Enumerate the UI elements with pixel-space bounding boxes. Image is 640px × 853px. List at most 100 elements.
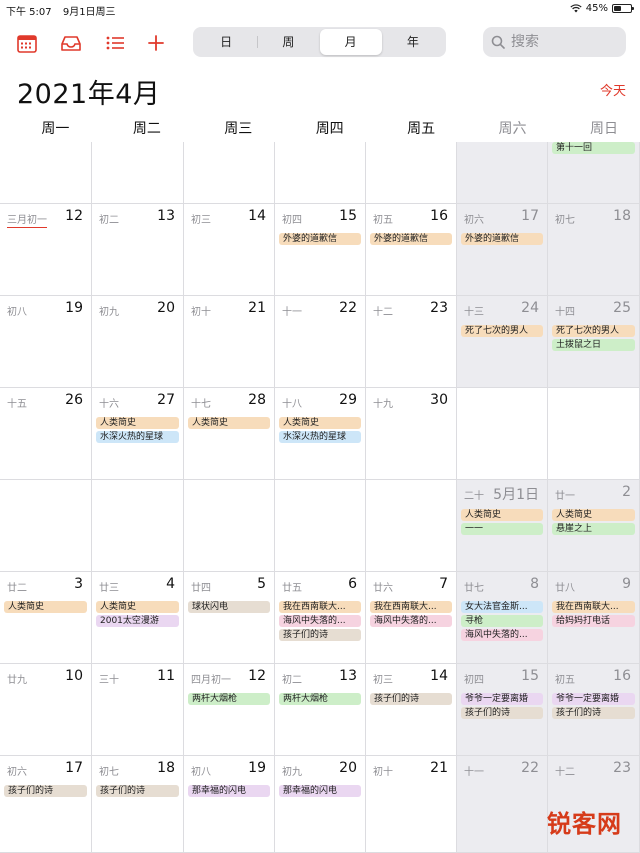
calendar-event[interactable]: 海风中失落的... [370, 615, 452, 627]
day-cell[interactable]: 廿四 5 球状闪电 [184, 572, 275, 664]
day-cell[interactable] [0, 480, 92, 572]
calendar-event[interactable]: 外婆的道歉信 [370, 233, 452, 245]
tab-month[interactable]: 月 [319, 29, 382, 55]
calendar-event[interactable]: 孩子们的诗 [96, 785, 179, 797]
day-cell[interactable]: 初九 20 那幸福的闪电 [275, 756, 366, 853]
calendar-event[interactable]: 球状闪电 [188, 601, 270, 613]
day-cell[interactable]: 初二 13 [92, 204, 184, 296]
day-cell[interactable]: 三月初一 12 [0, 204, 92, 296]
day-cell[interactable] [457, 142, 548, 204]
list-icon[interactable] [104, 32, 126, 54]
calendar-event[interactable]: 孩子们的诗 [370, 693, 452, 705]
day-cell[interactable]: 十三 24 死了七次的男人 [457, 296, 548, 388]
day-cell[interactable]: 初四 15 外婆的道歉信 [275, 204, 366, 296]
calendar-event[interactable]: 海风中失落的... [461, 629, 543, 641]
calendar-event[interactable]: 人类简史 [461, 509, 543, 521]
day-cell[interactable]: 初八 19 那幸福的闪电 [184, 756, 275, 853]
calendar-event[interactable]: 人类简史 [96, 417, 179, 429]
calendar-event[interactable]: 第十一回 [552, 142, 635, 154]
day-cell[interactable]: 廿六 7 我在西南联大... 海风中失落的... [366, 572, 457, 664]
calendar-event[interactable]: 女大法官金斯... [461, 601, 543, 613]
calendar-event[interactable]: 我在西南联大... [370, 601, 452, 613]
tab-day[interactable]: 日 [195, 29, 257, 55]
calendar-event[interactable]: 孩子们的诗 [552, 707, 635, 719]
day-cell[interactable]: 第十一回 [548, 142, 640, 204]
day-cell[interactable]: 初八 19 [0, 296, 92, 388]
day-cell[interactable]: 十九 30 [366, 388, 457, 480]
calendar-event[interactable]: 死了七次的男人 [552, 325, 635, 337]
calendar-event[interactable]: 给妈妈打电话 [552, 615, 635, 627]
day-cell[interactable]: 十一 22 [275, 296, 366, 388]
calendar-event[interactable]: 人类简史 [188, 417, 270, 429]
day-cell[interactable] [548, 388, 640, 480]
calendar-event[interactable]: 人类简史 [279, 417, 361, 429]
calendar-event[interactable]: 那幸福的闪电 [188, 785, 270, 797]
calendar-event[interactable]: 爷爷一定要离婚 [461, 693, 543, 705]
day-cell[interactable]: 廿五 6 我在西南联大... 海风中失落的... 孩子们的诗 [275, 572, 366, 664]
day-cell[interactable] [92, 480, 184, 572]
day-cell[interactable]: 十七 28 人类简史 [184, 388, 275, 480]
day-cell[interactable]: 初四 15 爷爷一定要离婚 孩子们的诗 [457, 664, 548, 756]
day-cell[interactable]: 初五 16 外婆的道歉信 [366, 204, 457, 296]
calendar-event[interactable]: 两杆大烟枪 [279, 693, 361, 705]
calendar-event[interactable]: 孩子们的诗 [4, 785, 87, 797]
calendar-event[interactable]: 人类简史 [552, 509, 635, 521]
day-cell[interactable] [457, 388, 548, 480]
calendar-event[interactable]: 人类简史 [96, 601, 179, 613]
today-button[interactable]: 今天 [600, 80, 626, 99]
day-cell[interactable]: 初五 16 爷爷一定要离婚 孩子们的诗 [548, 664, 640, 756]
add-icon[interactable] [145, 32, 167, 54]
day-cell[interactable] [184, 480, 275, 572]
day-cell[interactable]: 十六 27 人类简史 水深火热的星球 [92, 388, 184, 480]
day-cell[interactable] [0, 142, 92, 204]
calendar-event[interactable]: 2001太空漫游 [96, 615, 179, 627]
calendar-icon[interactable] [16, 32, 38, 54]
calendar-event[interactable]: 水深火热的星球 [96, 431, 179, 443]
day-cell[interactable] [275, 142, 366, 204]
day-cell[interactable]: 二十 5月1日 人类简史 一一 [457, 480, 548, 572]
calendar-event[interactable]: 两杆大烟枪 [188, 693, 270, 705]
day-cell[interactable]: 十八 29 人类简史 水深火热的星球 [275, 388, 366, 480]
day-cell[interactable] [92, 142, 184, 204]
day-cell[interactable]: 初六 17 外婆的道歉信 [457, 204, 548, 296]
day-cell[interactable]: 初十 21 [184, 296, 275, 388]
calendar-event[interactable]: 外婆的道歉信 [461, 233, 543, 245]
calendar-event[interactable]: 土拨鼠之日 [552, 339, 635, 351]
calendar-event[interactable]: 孩子们的诗 [461, 707, 543, 719]
calendar-event[interactable]: 我在西南联大... [552, 601, 635, 613]
day-cell[interactable]: 初七 18 [548, 204, 640, 296]
day-cell[interactable]: 廿八 9 我在西南联大... 给妈妈打电话 [548, 572, 640, 664]
day-cell[interactable]: 十一 22 [457, 756, 548, 853]
day-cell[interactable]: 初七 18 孩子们的诗 [92, 756, 184, 853]
calendar-event[interactable]: 爷爷一定要离婚 [552, 693, 635, 705]
calendar-event[interactable]: 外婆的道歉信 [279, 233, 361, 245]
day-cell[interactable] [366, 142, 457, 204]
calendar-event[interactable]: 那幸福的闪电 [279, 785, 361, 797]
calendar-event[interactable]: 死了七次的男人 [461, 325, 543, 337]
calendar-event[interactable]: 海风中失落的... [279, 615, 361, 627]
calendar-event[interactable]: 悬崖之上 [552, 523, 635, 535]
day-cell[interactable]: 十四 25 死了七次的男人 土拨鼠之日 [548, 296, 640, 388]
day-cell[interactable]: 十二 23 [366, 296, 457, 388]
day-cell[interactable] [366, 480, 457, 572]
inbox-icon[interactable] [59, 32, 83, 54]
day-cell[interactable]: 初六 17 孩子们的诗 [0, 756, 92, 853]
day-cell[interactable]: 廿一 2 人类简史 悬崖之上 [548, 480, 640, 572]
day-cell[interactable]: 初三 14 孩子们的诗 [366, 664, 457, 756]
day-cell[interactable] [184, 142, 275, 204]
calendar-event[interactable]: 人类简史 [4, 601, 87, 613]
search-box[interactable] [483, 27, 626, 57]
day-cell[interactable]: 四月初一 12 两杆大烟枪 [184, 664, 275, 756]
day-cell[interactable] [275, 480, 366, 572]
calendar-event[interactable]: 一一 [461, 523, 543, 535]
calendar-event[interactable]: 寻枪 [461, 615, 543, 627]
day-cell[interactable]: 十五 26 [0, 388, 92, 480]
day-cell[interactable]: 初二 13 两杆大烟枪 [275, 664, 366, 756]
day-cell[interactable]: 初九 20 [92, 296, 184, 388]
calendar-event[interactable]: 我在西南联大... [279, 601, 361, 613]
search-input[interactable] [509, 33, 613, 51]
day-cell[interactable]: 初三 14 [184, 204, 275, 296]
calendar-event[interactable]: 孩子们的诗 [279, 629, 361, 641]
tab-week[interactable]: 周 [257, 29, 319, 55]
day-cell[interactable]: 廿三 4 人类简史 2001太空漫游 [92, 572, 184, 664]
